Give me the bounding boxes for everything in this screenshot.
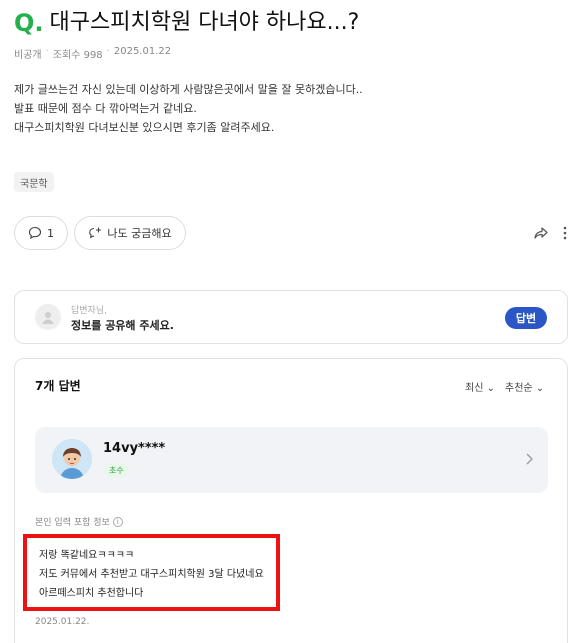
question-date: 2025.01.22 bbox=[113, 46, 172, 57]
answer-highlight-box: 저랑 똑같네요ㅋㅋㅋㅋ 저도 커뮤에서 추천받고 대구스피치학원 3달 다녔네요… bbox=[23, 534, 280, 611]
curious-label: 나도 궁금해요 bbox=[107, 227, 172, 240]
answer-line: 저랑 똑같네요ㅋㅋㅋㅋ bbox=[39, 550, 135, 561]
answerer-profile-card[interactable]: 14vy**** 초수 bbox=[35, 427, 548, 493]
sort-recommended-label: 추천순 bbox=[505, 383, 533, 394]
answers-section: 7개 답변 최신 ⌄ 추천순 ⌄ 14vy**** 초수 본인 입력 포함 정보… bbox=[14, 358, 568, 643]
question-body-line: 발표 때문에 점수 다 깎아먹는거 같네요. bbox=[14, 102, 197, 115]
question-body-line: 대구스피치학원 다녀보신분 있으시면 후기좀 알려주세요. bbox=[14, 121, 275, 134]
user-avatar-placeholder bbox=[35, 304, 61, 330]
meta-separator: · bbox=[106, 46, 110, 57]
chevron-down-icon: ⌄ bbox=[532, 383, 545, 394]
avatar-illustration-icon bbox=[52, 439, 92, 479]
answers-count: 7개 답변 bbox=[35, 379, 81, 393]
self-input-info: 본인 입력 포함 정보 i bbox=[35, 515, 123, 528]
chevron-down-icon: ⌄ bbox=[483, 383, 495, 394]
question-title-text: 대구스피치학원 다녀야 하나요...? bbox=[49, 10, 360, 35]
comment-count: 1 bbox=[47, 226, 54, 240]
status-badge: 초수 bbox=[104, 463, 129, 477]
topic-tag[interactable]: 국문학 bbox=[14, 172, 54, 192]
answer-prompt-card: 답변자님, 정보를 공유해 주세요. 답변 bbox=[14, 290, 568, 344]
answer-line: 저도 커뮤에서 추천받고 대구스피치학원 3달 다녔네요 bbox=[39, 569, 264, 580]
question-body-line: 제가 글쓰는건 자신 있는데 이상하게 사람많은곳에서 말을 잘 못하겠습니다.… bbox=[14, 83, 363, 96]
share-icon[interactable] bbox=[533, 225, 549, 241]
prompt-subtitle: 답변자님, bbox=[71, 306, 107, 316]
comment-button[interactable]: 1 bbox=[14, 216, 68, 250]
sort-latest-dropdown[interactable]: 최신 ⌄ bbox=[465, 379, 495, 394]
prompt-message: 정보를 공유해 주세요. bbox=[71, 319, 174, 332]
answer-line: 아르떼스피치 추천합니다 bbox=[39, 588, 144, 599]
question-body: 제가 글쓰는건 자신 있는데 이상하게 사람많은곳에서 말을 잘 못하겠습니다.… bbox=[14, 80, 554, 137]
answer-body: 저랑 똑같네요ㅋㅋㅋㅋ 저도 커뮤에서 추천받고 대구스피치학원 3달 다녔네요… bbox=[39, 546, 264, 603]
sort-recommended-dropdown[interactable]: 추천순 ⌄ bbox=[505, 379, 544, 394]
curious-button[interactable]: 나도 궁금해요 bbox=[74, 216, 186, 250]
chevron-right-icon bbox=[526, 453, 533, 465]
visibility-label: 비공개 bbox=[14, 50, 42, 61]
info-label: 본인 입력 포함 정보 bbox=[35, 518, 110, 528]
meta-separator: · bbox=[45, 46, 49, 57]
sort-latest-label: 최신 bbox=[465, 383, 484, 394]
more-icon[interactable] bbox=[562, 225, 568, 241]
person-icon bbox=[42, 312, 54, 324]
view-count: 조회수 998 bbox=[52, 50, 103, 61]
answer-date: 2025.01.22. bbox=[35, 617, 90, 627]
info-icon[interactable]: i bbox=[112, 516, 123, 527]
question-title: Q. 대구스피치학원 다녀야 하나요...? bbox=[14, 10, 359, 36]
q-mark: Q. bbox=[14, 9, 44, 38]
avatar bbox=[52, 439, 92, 479]
answerer-name: 14vy**** bbox=[103, 441, 166, 456]
question-meta: 비공개 · 조회수 998 · 2025.01.22 bbox=[14, 46, 171, 61]
curious-icon bbox=[89, 227, 102, 239]
comment-icon bbox=[28, 226, 42, 240]
answer-button[interactable]: 답변 bbox=[505, 307, 547, 329]
